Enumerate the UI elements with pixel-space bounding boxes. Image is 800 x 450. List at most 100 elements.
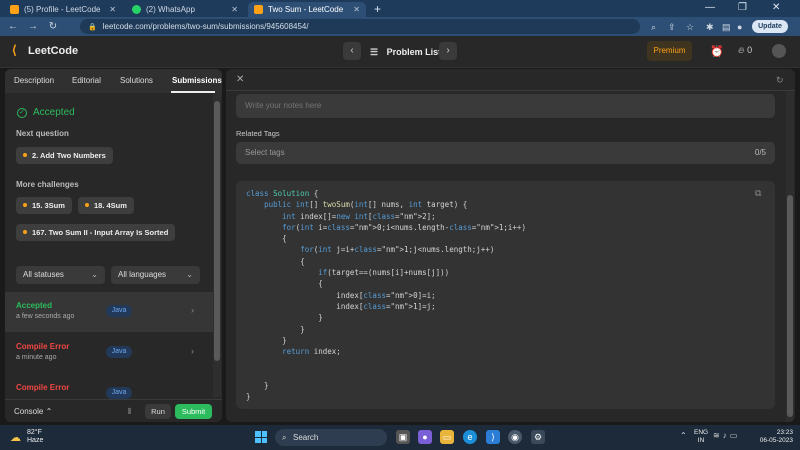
wifi-icon: ≋ bbox=[713, 431, 723, 440]
console-toggle[interactable]: Console ⌃ bbox=[14, 407, 52, 416]
search-icon: ⌕ bbox=[282, 433, 287, 442]
tab-close-icon[interactable]: ✕ bbox=[109, 5, 116, 14]
left-scrollbar[interactable] bbox=[213, 93, 221, 397]
next-question-chip[interactable]: 2. Add Two Numbers bbox=[16, 147, 113, 164]
weather-widget[interactable]: ☁ 82°F Haze bbox=[10, 429, 43, 445]
task-view-icon[interactable]: ▣ bbox=[396, 430, 410, 444]
minimize-icon[interactable]: — bbox=[705, 2, 715, 13]
submission-row[interactable]: Compile Error a minute ago Java › bbox=[5, 333, 213, 373]
browser-tab-two-sum[interactable]: Two Sum - LeetCode ✕ bbox=[248, 2, 366, 17]
new-tab-button[interactable]: + bbox=[374, 2, 381, 17]
check-circle-icon: ✓ bbox=[17, 107, 27, 118]
submission-row[interactable]: Accepted a few seconds ago Java › bbox=[5, 292, 213, 332]
right-scrollbar[interactable] bbox=[786, 91, 794, 422]
submission-detail-panel: ✕ ↻ Related Tags Select tags 0/5 ⧉ class… bbox=[226, 69, 795, 422]
edge-browser-icon[interactable]: e bbox=[463, 430, 477, 444]
problem-list-button[interactable]: ☰ Problem List bbox=[370, 47, 441, 58]
lang-line2: IN bbox=[697, 437, 705, 444]
refresh-icon[interactable]: ↻ bbox=[776, 75, 784, 86]
settings-gear-icon[interactable]: ⚙ bbox=[531, 430, 545, 444]
back-arrow-icon[interactable]: ← bbox=[6, 21, 20, 32]
chevron-down-icon: ⌄ bbox=[186, 270, 193, 279]
console-bar: Console ⌃ ⫴ Run Submit bbox=[5, 399, 222, 422]
tray-chevron-up-icon[interactable]: ⌃ bbox=[680, 431, 687, 440]
tab-submissions[interactable]: Submissions bbox=[172, 76, 222, 85]
chrome-browser-icon[interactable]: ◉ bbox=[508, 430, 522, 444]
haze-icon: ☁ bbox=[10, 431, 21, 444]
scrollbar-thumb[interactable] bbox=[787, 195, 793, 417]
submission-time: a minute ago bbox=[16, 354, 57, 361]
tab-solutions[interactable]: Solutions bbox=[120, 76, 153, 85]
maximize-icon[interactable]: ❐ bbox=[738, 2, 747, 13]
reload-icon[interactable]: ↻ bbox=[46, 21, 60, 32]
submission-status: ✓ Accepted bbox=[17, 107, 75, 118]
run-button[interactable]: Run bbox=[145, 404, 171, 419]
window-close-icon[interactable]: ✕ bbox=[772, 2, 780, 13]
scrollbar-thumb[interactable] bbox=[214, 101, 220, 361]
taskbar-search[interactable]: ⌕ Search bbox=[275, 429, 387, 446]
date: 06-05-2023 bbox=[759, 437, 793, 444]
next-question-title: Next question bbox=[16, 129, 69, 138]
tags-select[interactable]: Select tags 0/5 bbox=[236, 142, 775, 164]
tab-close-icon[interactable]: ✕ bbox=[353, 5, 360, 14]
tab-editorial[interactable]: Editorial bbox=[72, 76, 101, 85]
share-icon[interactable]: ⇪ bbox=[668, 22, 676, 33]
sidebar-icon[interactable]: ▤ bbox=[722, 22, 731, 33]
difficulty-dot-icon bbox=[23, 153, 27, 158]
language-filter-dropdown[interactable]: All languages ⌄ bbox=[111, 266, 200, 284]
teams-chat-icon[interactable]: ● bbox=[418, 430, 432, 444]
close-icon[interactable]: ✕ bbox=[236, 74, 244, 85]
difficulty-dot-icon bbox=[23, 203, 27, 208]
streak-counter[interactable]: 🔥︎ 0 bbox=[738, 45, 752, 56]
leetcode-favicon-icon bbox=[10, 5, 19, 14]
extensions-icon[interactable]: ✱ bbox=[706, 22, 714, 33]
copy-icon[interactable]: ⧉ bbox=[755, 188, 761, 199]
tab-title: (2) WhatsApp bbox=[146, 5, 195, 14]
search-icon[interactable]: ⌕ bbox=[651, 22, 656, 33]
chevron-up-icon: ⌃ bbox=[45, 407, 53, 416]
submit-button[interactable]: Submit bbox=[175, 404, 212, 419]
forward-arrow-icon[interactable]: → bbox=[26, 21, 40, 32]
dropdown-value: All statuses bbox=[23, 270, 64, 279]
prev-problem-button[interactable]: ‹ bbox=[343, 42, 361, 60]
next-problem-button[interactable]: › bbox=[439, 42, 457, 60]
challenge-chip[interactable]: 167. Two Sum II - Input Array Is Sorted bbox=[16, 224, 176, 241]
code-line: int index[]=new int[class="nm">2]; bbox=[282, 211, 436, 221]
system-tray-icons[interactable]: ≋♪▭ bbox=[713, 431, 740, 440]
chip-label: 2. Add Two Numbers bbox=[32, 151, 106, 160]
language-indicator[interactable]: ENG IN bbox=[694, 429, 708, 445]
address-bar: ← → ↻ 🔒 leetcode.com/problems/two-sum/su… bbox=[0, 17, 800, 36]
code-line: { bbox=[246, 256, 305, 266]
chevron-right-icon: › bbox=[191, 305, 194, 315]
tab-close-icon[interactable]: ✕ bbox=[231, 5, 238, 14]
challenge-chip[interactable]: 18. 4Sum bbox=[78, 197, 134, 214]
whatsapp-favicon-icon bbox=[132, 5, 141, 14]
leetcode-favicon-icon bbox=[254, 5, 263, 14]
file-explorer-icon[interactable]: ▭ bbox=[440, 430, 454, 444]
tab-description[interactable]: Description bbox=[14, 76, 54, 85]
status-filter-dropdown[interactable]: All statuses ⌄ bbox=[16, 266, 105, 284]
notes-input[interactable] bbox=[236, 94, 775, 118]
vscode-icon[interactable]: ⟩ bbox=[486, 430, 500, 444]
leetcode-logo[interactable]: ⟨ LeetCode bbox=[12, 44, 78, 57]
url-text: leetcode.com/problems/two-sum/submission… bbox=[102, 22, 309, 31]
volume-icon: ♪ bbox=[722, 431, 730, 440]
challenge-chip[interactable]: 15. 3Sum bbox=[16, 197, 72, 214]
test-list-icon[interactable]: ⫴ bbox=[128, 407, 131, 417]
clock[interactable]: 23:23 06-05-2023 bbox=[755, 429, 793, 445]
code-line: if(target==(nums[i]+nums[j])) bbox=[318, 268, 450, 278]
browser-tab-profile[interactable]: (5) Profile - LeetCode ✕ bbox=[4, 2, 122, 17]
windows-start-icon[interactable] bbox=[255, 431, 267, 443]
tab-title: (5) Profile - LeetCode bbox=[24, 5, 101, 14]
update-button[interactable]: Update bbox=[752, 20, 788, 33]
alarm-clock-icon[interactable]: ⏰ bbox=[710, 45, 724, 58]
browser-tab-whatsapp[interactable]: (2) WhatsApp ✕ bbox=[126, 2, 244, 17]
profile-icon[interactable]: ● bbox=[737, 22, 742, 32]
avatar[interactable] bbox=[772, 44, 786, 58]
star-icon[interactable]: ☆ bbox=[686, 22, 694, 33]
premium-button[interactable]: Premium bbox=[647, 41, 692, 61]
url-field[interactable]: 🔒 leetcode.com/problems/two-sum/submissi… bbox=[80, 19, 640, 34]
console-label: Console bbox=[14, 407, 44, 416]
code-line: index[class="nm">0]=i; bbox=[246, 290, 436, 300]
